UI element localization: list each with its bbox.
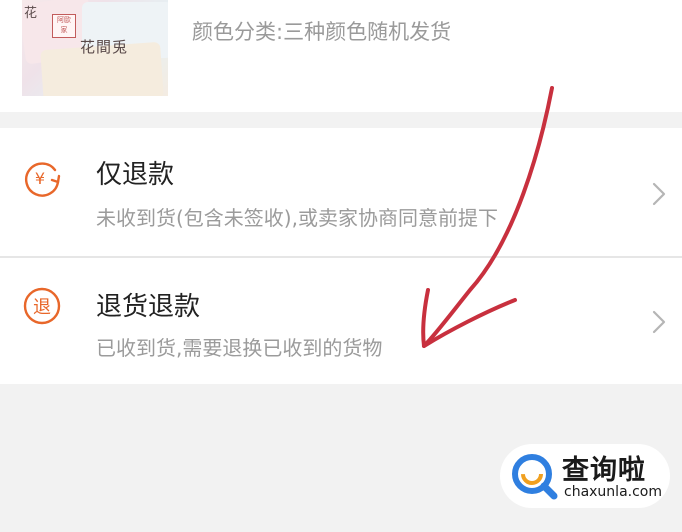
site-watermark: 查询啦 chaxunla.com (500, 444, 670, 508)
chevron-right-icon (652, 182, 666, 206)
yen-refund-icon: ¥ (25, 162, 61, 197)
refund-only-subtitle: 未收到货(包含未签收),或卖家协商同意前提下 (96, 206, 498, 230)
thumbnail-tag: 阿歐 家 (52, 14, 76, 38)
svg-text:¥: ¥ (35, 169, 45, 188)
color-classification: 颜色分类:三种颜色随机发货 (192, 20, 452, 44)
refund-only-option[interactable]: ¥ 仅退款 未收到货(包含未签收),或卖家协商同意前提下 (0, 128, 682, 256)
watermark-title: 查询啦 (562, 455, 646, 486)
svg-text:退: 退 (33, 297, 51, 318)
return-and-refund-option[interactable]: 退 退货退款 已收到货,需要退换已收到的货物 (0, 258, 682, 384)
product-card[interactable]: 花 阿歐 家 花間兎 颜色分类:三种颜色随机发货 (0, 0, 682, 112)
refund-only-title: 仅退款 (96, 160, 175, 190)
return-refund-icon: 退 (23, 287, 61, 325)
watermark-domain: chaxunla.com (564, 484, 662, 500)
chevron-right-icon (652, 310, 666, 334)
cut-off-text-fragment (192, 0, 612, 6)
return-and-refund-title: 退货退款 (96, 292, 201, 322)
return-and-refund-subtitle: 已收到货,需要退换已收到的货物 (96, 336, 383, 360)
thumbnail-brand: 花間兎 (80, 38, 129, 56)
search-magnifier-logo-icon (512, 454, 558, 500)
product-thumbnail[interactable]: 花 阿歐 家 花間兎 (22, 0, 168, 96)
thumbnail-brand-short: 花 (24, 6, 38, 21)
